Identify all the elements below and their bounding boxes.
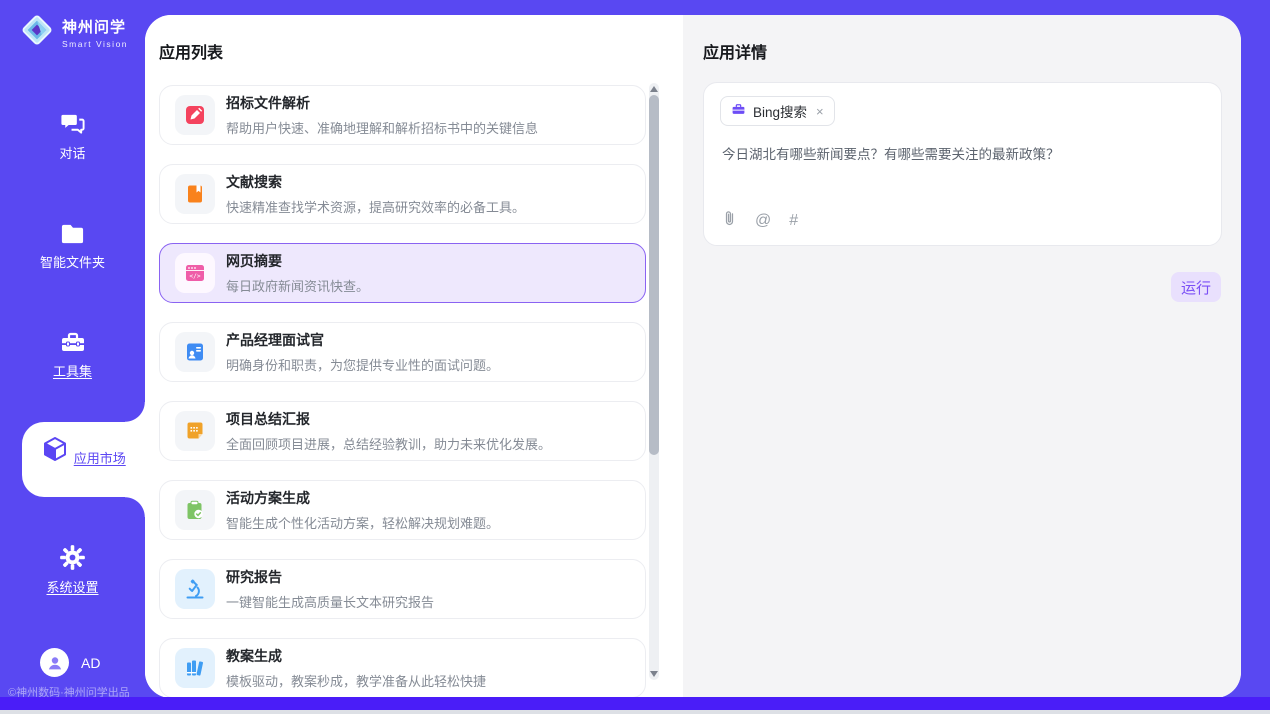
brand-name: 神州问学 — [62, 16, 128, 37]
toolbox-icon — [0, 329, 145, 355]
app-card-desc: 每日政府新闻资讯快查。 — [226, 276, 369, 295]
cube-icon — [41, 450, 73, 467]
book-icon — [175, 174, 215, 214]
sidebar-item-toolset[interactable]: 工具集 — [0, 329, 145, 381]
sidebar: 神州问学 Smart Vision 对话 智能文件夹 — [0, 0, 145, 698]
active-tab-curve-bottom — [125, 497, 145, 517]
clipboard-check-icon — [175, 490, 215, 530]
app-card-desc: 全面回顾项目进展，总结经验教训，助力未来优化发展。 — [226, 434, 551, 453]
app-card-title: 招标文件解析 — [226, 93, 538, 113]
sidebar-item-label: 系统设置 — [46, 577, 98, 596]
app-card-desc: 智能生成个性化活动方案，轻松解决规划难题。 — [226, 513, 499, 532]
active-tab-curve-top — [125, 402, 145, 422]
microscope-icon — [175, 569, 215, 609]
at-icon[interactable]: @ — [755, 213, 771, 229]
app-list-title: 应用列表 — [159, 39, 223, 63]
app-card-6[interactable]: 研究报告 一键智能生成高质量长文本研究报告 — [159, 559, 646, 619]
app-card-4[interactable]: 项目总结汇报 全面回顾项目进展，总结经验教训，助力未来优化发展。 — [159, 401, 646, 461]
app-detail-pane: 应用详情 Bing搜索 × 今日湖北有哪些新闻要点？有哪些需要关注的最新政策？ — [683, 15, 1241, 698]
prompt-toolbar: @ # — [722, 210, 798, 232]
diamond-logo-icon — [20, 13, 54, 52]
app-card-2[interactable]: </> 网页摘要 每日政府新闻资讯快查。 — [159, 243, 646, 303]
sidebar-item-label: 对话 — [59, 143, 85, 162]
gear-icon — [0, 544, 145, 571]
user-name: AD — [81, 655, 100, 671]
brand-subtitle: Smart Vision — [62, 39, 128, 49]
app-card-desc: 模板驱动，教案秒成，教学准备从此轻松快捷 — [226, 671, 486, 690]
prompt-input[interactable]: 今日湖北有哪些新闻要点？有哪些需要关注的最新政策？ — [722, 145, 1203, 165]
note-icon — [175, 411, 215, 451]
prompt-card: Bing搜索 × 今日湖北有哪些新闻要点？有哪些需要关注的最新政策？ @ # — [703, 82, 1222, 246]
folder-icon — [0, 221, 145, 246]
scrollbar-thumb[interactable] — [649, 95, 659, 455]
edit-square-icon — [175, 95, 215, 135]
app-card-title: 活动方案生成 — [226, 488, 499, 508]
sidebar-item-smart-folder[interactable]: 智能文件夹 — [0, 221, 145, 272]
svg-text:</>: </> — [189, 273, 200, 280]
sidebar-item-label: 应用市场 — [74, 448, 126, 467]
scroll-up-arrow-icon[interactable] — [650, 86, 658, 92]
interview-icon — [175, 332, 215, 372]
run-button[interactable]: 运行 — [1171, 272, 1221, 302]
bottom-bar — [0, 697, 1270, 710]
app-card-desc: 帮助用户快速、准确地理解和解析招标书中的关键信息 — [226, 118, 538, 137]
scroll-down-arrow-icon[interactable] — [650, 671, 658, 677]
books-icon — [175, 648, 215, 688]
app-card-title: 产品经理面试官 — [226, 330, 499, 350]
scrollbar[interactable] — [649, 83, 659, 680]
app-card-desc: 一键智能生成高质量长文本研究报告 — [226, 592, 434, 611]
tool-chip-label: Bing搜索 — [753, 101, 807, 121]
avatar — [40, 648, 69, 677]
paperclip-icon[interactable] — [722, 210, 737, 232]
app-card-title: 网页摘要 — [226, 251, 369, 271]
main-panel: 应用列表 招标文件解析 帮助用户快速、准确地理解和解析招标书中的关键信息 文献搜… — [145, 15, 1241, 698]
app-card-list: 招标文件解析 帮助用户快速、准确地理解和解析招标书中的关键信息 文献搜索 快速精… — [159, 85, 646, 698]
chat-icon — [0, 110, 145, 137]
app-card-title: 教案生成 — [226, 646, 486, 666]
app-card-desc: 明确身份和职责，为您提供专业性的面试问题。 — [226, 355, 499, 374]
sidebar-item-app-market[interactable]: 应用市场 — [22, 422, 145, 497]
app-card-0[interactable]: 招标文件解析 帮助用户快速、准确地理解和解析招标书中的关键信息 — [159, 85, 646, 145]
app-card-5[interactable]: 活动方案生成 智能生成个性化活动方案，轻松解决规划难题。 — [159, 480, 646, 540]
sidebar-item-settings[interactable]: 系统设置 — [0, 544, 145, 597]
app-list-pane: 应用列表 招标文件解析 帮助用户快速、准确地理解和解析招标书中的关键信息 文献搜… — [145, 15, 683, 698]
close-icon[interactable]: × — [816, 104, 824, 119]
app-card-3[interactable]: 产品经理面试官 明确身份和职责，为您提供专业性的面试问题。 — [159, 322, 646, 382]
app-card-7[interactable]: 教案生成 模板驱动，教案秒成，教学准备从此轻松快捷 — [159, 638, 646, 698]
sidebar-item-label: 工具集 — [53, 361, 92, 380]
app-card-title: 研究报告 — [226, 567, 434, 587]
app-card-desc: 快速精准查找学术资源，提高研究效率的必备工具。 — [226, 197, 525, 216]
brand-logo: 神州问学 Smart Vision — [20, 13, 128, 52]
browser-code-icon: </> — [175, 253, 215, 293]
hash-icon[interactable]: # — [789, 213, 798, 229]
bottom-strip — [0, 710, 1270, 714]
app-card-title: 文献搜索 — [226, 172, 525, 192]
app-card-1[interactable]: 文献搜索 快速精准查找学术资源，提高研究效率的必备工具。 — [159, 164, 646, 224]
app-detail-title: 应用详情 — [703, 39, 767, 63]
sidebar-item-chat[interactable]: 对话 — [0, 110, 145, 163]
briefcase-icon — [731, 102, 746, 121]
app-card-title: 项目总结汇报 — [226, 409, 551, 429]
user-account[interactable]: AD — [40, 648, 100, 677]
tool-chip-bing-search[interactable]: Bing搜索 × — [720, 96, 835, 126]
sidebar-item-label: 智能文件夹 — [40, 252, 105, 271]
